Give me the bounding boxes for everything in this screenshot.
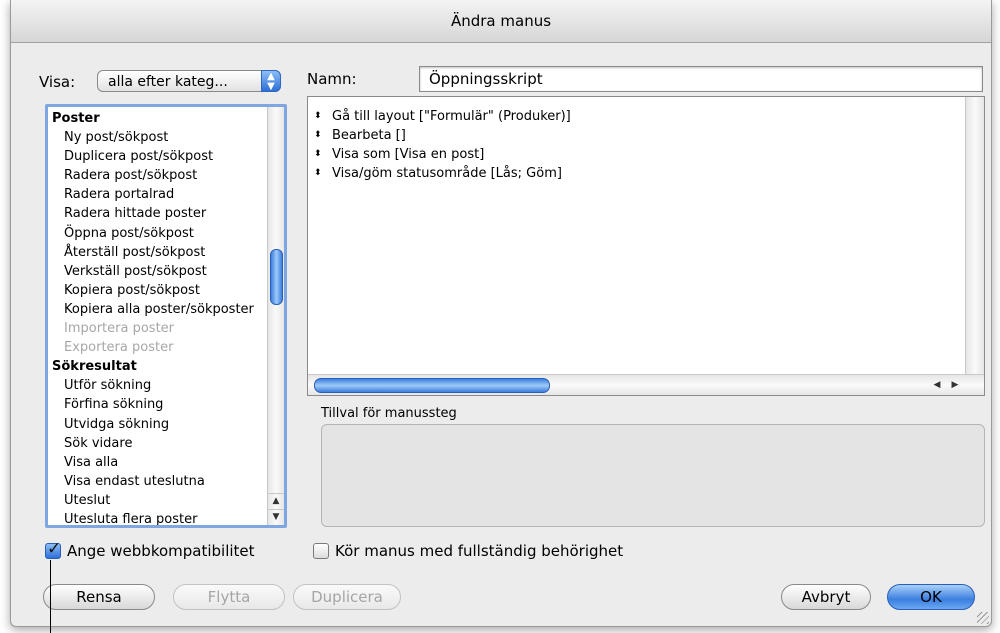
- view-label: Visa:: [39, 73, 76, 91]
- step-item[interactable]: Sök vidare: [52, 434, 266, 453]
- drag-handle-icon[interactable]: ⬍: [314, 107, 332, 126]
- script-step-row[interactable]: ⬍ Gå till layout ["Formulär" (Produker)]: [314, 107, 962, 126]
- step-options-panel: [321, 424, 985, 527]
- steps-list-content: Poster Ny post/sökpost Duplicera post/sökp…: [52, 109, 266, 525]
- step-item[interactable]: Verkställ post/sökpost: [52, 262, 266, 281]
- checkmark-icon: ✓: [47, 539, 62, 559]
- script-name-input[interactable]: Öppningsskript: [419, 66, 983, 92]
- cancel-button[interactable]: Avbryt: [781, 584, 871, 610]
- step-item[interactable]: Utvidga sökning: [52, 415, 266, 434]
- script-hscroll-thumb[interactable]: [314, 378, 550, 393]
- scroll-down-arrow-icon[interactable]: ▼: [268, 509, 284, 525]
- resize-grip-icon[interactable]: [977, 612, 989, 624]
- script-step-text: Gå till layout ["Formulär" (Produker)]: [332, 109, 571, 124]
- scroll-left-arrow-icon[interactable]: ◀: [928, 375, 946, 395]
- step-options-label: Tillval för manussteg: [321, 406, 457, 421]
- script-step-row[interactable]: ⬍ Visa som [Visa en post]: [314, 145, 962, 164]
- script-horizontal-scrollbar[interactable]: ◀ ▶: [308, 374, 984, 395]
- drag-handle-icon[interactable]: ⬍: [314, 126, 332, 145]
- step-item[interactable]: Duplicera post/sökpost: [52, 147, 266, 166]
- step-item[interactable]: Ny post/sökpost: [52, 128, 266, 147]
- ok-button[interactable]: OK: [887, 584, 975, 610]
- move-button[interactable]: Flytta: [173, 584, 285, 610]
- window-title: Ändra manus: [11, 0, 991, 43]
- step-item[interactable]: Radera portalrad: [52, 185, 266, 204]
- name-label: Namn:: [307, 70, 357, 88]
- full-access-label: Kör manus med fullständig behörighet: [335, 542, 624, 560]
- script-step-row[interactable]: ⬍ Visa/göm statusområde [Lås; Göm]: [314, 164, 962, 183]
- step-category: Sökresultat: [52, 359, 137, 375]
- clear-button[interactable]: Rensa: [43, 584, 155, 610]
- step-item[interactable]: Återställ post/sökpost: [52, 243, 266, 262]
- script-editor[interactable]: ⬍ Gå till layout ["Formulär" (Produker)] ⬍…: [307, 96, 985, 396]
- script-step-text: Visa/göm statusområde [Lås; Göm]: [332, 166, 562, 181]
- step-item[interactable]: Radera post/sökpost: [52, 166, 266, 185]
- steps-scroll-thumb[interactable]: [270, 249, 283, 305]
- web-compat-label: Ange webbkompatibilitet: [67, 542, 255, 560]
- callout-line: [50, 560, 51, 633]
- edit-script-dialog: Ändra manus Visa: alla efter kateg... ▲ ▼…: [10, 0, 992, 627]
- full-access-checkbox[interactable]: [313, 543, 329, 559]
- step-item[interactable]: Öppna post/sökpost: [52, 224, 266, 243]
- script-step-text: Bearbeta []: [332, 128, 406, 143]
- steps-vertical-scrollbar[interactable]: ▲ ▼: [267, 107, 284, 525]
- updown-arrows-icon: ▲ ▼: [261, 70, 281, 92]
- duplicate-button[interactable]: Duplicera: [293, 584, 401, 610]
- script-lines: ⬍ Gå till layout ["Formulär" (Produker)] ⬍…: [314, 107, 962, 183]
- step-item[interactable]: Visa alla: [52, 453, 266, 472]
- script-steps-list[interactable]: Poster Ny post/sökpost Duplicera post/sökp…: [45, 104, 287, 528]
- step-item[interactable]: Kopiera post/sökpost: [52, 281, 266, 300]
- script-vertical-scrollbar[interactable]: [965, 97, 984, 375]
- view-popup-value: alla efter kateg...: [108, 74, 228, 90]
- script-step-row[interactable]: ⬍ Bearbeta []: [314, 126, 962, 145]
- step-item[interactable]: Utesluta flera poster: [52, 510, 266, 525]
- step-item[interactable]: Exportera poster: [52, 338, 266, 357]
- scroll-right-arrow-icon[interactable]: ▶: [946, 375, 964, 395]
- script-step-text: Visa som [Visa en post]: [332, 147, 485, 162]
- step-item[interactable]: Utför sökning: [52, 376, 266, 395]
- step-item[interactable]: Förfina sökning: [52, 395, 266, 414]
- step-item[interactable]: Radera hittade poster: [52, 204, 266, 223]
- step-item[interactable]: Importera poster: [52, 319, 266, 338]
- step-item[interactable]: Visa endast uteslutna: [52, 472, 266, 491]
- step-item[interactable]: Uteslut: [52, 491, 266, 510]
- web-compat-checkbox-row[interactable]: ✓ Ange webbkompatibilitet: [45, 539, 255, 560]
- web-compat-checkbox[interactable]: ✓: [45, 539, 61, 559]
- full-access-checkbox-row[interactable]: Kör manus med fullständig behörighet: [313, 542, 623, 560]
- drag-handle-icon[interactable]: ⬍: [314, 145, 332, 164]
- scroll-up-arrow-icon[interactable]: ▲: [268, 493, 284, 509]
- drag-handle-icon[interactable]: ⬍: [314, 164, 332, 183]
- view-popup[interactable]: alla efter kateg... ▲ ▼: [97, 70, 281, 92]
- step-category: Poster: [52, 111, 100, 126]
- step-item[interactable]: Kopiera alla poster/sökposter: [52, 300, 266, 319]
